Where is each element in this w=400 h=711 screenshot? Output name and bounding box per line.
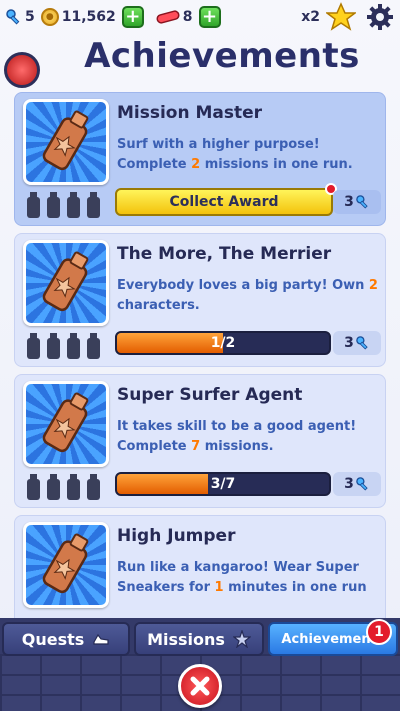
progress-text: 3/7 xyxy=(210,476,236,492)
add-coins-button[interactable]: + xyxy=(121,6,144,28)
empty-spray-icon xyxy=(67,333,80,359)
achievement-card: The More, The Merrier Everybody loves a … xyxy=(14,233,386,367)
star-icon[interactable] xyxy=(326,2,356,32)
empty-spray-icon xyxy=(67,474,80,500)
empty-spray-icon xyxy=(27,333,40,359)
spray-progress-icons xyxy=(25,473,102,501)
keys-stat: 5 xyxy=(6,9,35,25)
tab-missions[interactable]: Missions xyxy=(134,622,264,656)
reward-count: 3 xyxy=(344,194,354,210)
achievement-title: High Jumper xyxy=(117,526,236,546)
top-bar: 5 ● 11,562 + 8 + x2 xyxy=(0,0,400,34)
desc-count: 2 xyxy=(368,278,378,293)
spray-can-icon xyxy=(42,392,89,453)
avatar[interactable] xyxy=(4,52,40,88)
desc-count: 7 xyxy=(191,439,201,454)
hoverboards-count: 8 xyxy=(182,9,193,25)
desc-text: missions in one run. xyxy=(200,157,353,172)
reward-count: 3 xyxy=(344,476,354,492)
tab-label: Missions xyxy=(147,629,225,649)
desc-count: 2 xyxy=(191,157,201,172)
spray-can-badge xyxy=(23,240,109,326)
achievement-description: Run like a kangaroo! Wear Super Sneakers… xyxy=(117,558,379,598)
page-title: Achievements xyxy=(84,36,360,76)
close-button[interactable] xyxy=(178,664,222,708)
achievement-card: Super Surfer Agent It takes skill to be … xyxy=(14,374,386,508)
coins-stat: ● 11,562 xyxy=(40,8,116,26)
desc-text: Everybody loves a big party! Own xyxy=(117,278,369,293)
empty-spray-icon xyxy=(47,192,60,218)
empty-spray-icon xyxy=(47,474,60,500)
desc-text: minutes in one run xyxy=(223,580,367,595)
tab-label: Quests xyxy=(21,629,85,649)
achievement-description: It takes skill to be a good agent! Compl… xyxy=(117,417,379,457)
desc-count: 1 xyxy=(214,580,224,595)
sneaker-icon xyxy=(93,633,109,645)
key-icon xyxy=(356,477,368,491)
key-icon xyxy=(356,195,368,209)
coins-count: 11,562 xyxy=(61,9,116,25)
empty-spray-icon xyxy=(87,333,100,359)
progress-bar: 1/2 xyxy=(115,331,331,355)
empty-spray-icon xyxy=(87,192,100,218)
spray-progress-icons xyxy=(25,191,102,219)
spray-can-icon xyxy=(42,251,89,312)
spray-can-icon xyxy=(42,110,89,171)
empty-spray-icon xyxy=(87,474,100,500)
reward-keys: 3 xyxy=(333,331,381,355)
key-icon xyxy=(356,336,368,350)
progress-bar: 3/7 xyxy=(115,472,331,496)
star-outline-icon xyxy=(232,630,251,648)
spray-progress-icons xyxy=(25,332,102,360)
spray-can-badge xyxy=(23,99,109,185)
hoverboard-icon xyxy=(156,10,180,24)
empty-spray-icon xyxy=(27,474,40,500)
tab-quests[interactable]: Quests xyxy=(2,622,130,656)
spray-can-badge xyxy=(23,522,109,608)
reward-count: 3 xyxy=(344,335,354,351)
score-multiplier: x2 xyxy=(301,9,320,25)
coin-icon: ● xyxy=(40,8,59,26)
close-icon xyxy=(190,676,210,696)
add-hoverboards-button[interactable]: + xyxy=(198,6,221,28)
achievement-card: Mission Master Surf with a higher purpos… xyxy=(14,92,386,226)
hoverboards-stat: 8 xyxy=(156,9,193,25)
achievement-title: Super Surfer Agent xyxy=(117,385,303,405)
key-icon xyxy=(6,9,20,25)
achievement-description: Surf with a higher purpose! Complete 2 m… xyxy=(117,135,379,175)
achievement-description: Everybody loves a big party! Own 2 chara… xyxy=(117,276,379,316)
spray-can-badge xyxy=(23,381,109,467)
collect-award-button[interactable]: Collect Award xyxy=(115,188,333,216)
progress-text: 1/2 xyxy=(210,335,236,351)
gear-icon[interactable] xyxy=(366,3,394,31)
reward-keys: 3 xyxy=(333,472,381,496)
empty-spray-icon xyxy=(47,333,60,359)
keys-count: 5 xyxy=(25,9,35,25)
achievements-badge: 1 xyxy=(366,619,392,645)
achievement-card: High Jumper Run like a kangaroo! Wear Su… xyxy=(14,515,386,635)
spray-can-icon xyxy=(42,533,89,594)
reward-keys: 3 xyxy=(333,190,381,214)
desc-text: missions. xyxy=(200,439,274,454)
empty-spray-icon xyxy=(67,192,80,218)
desc-text: characters. xyxy=(117,298,200,313)
achievement-title: The More, The Merrier xyxy=(117,244,332,264)
empty-spray-icon xyxy=(27,192,40,218)
achievement-title: Mission Master xyxy=(117,103,263,123)
